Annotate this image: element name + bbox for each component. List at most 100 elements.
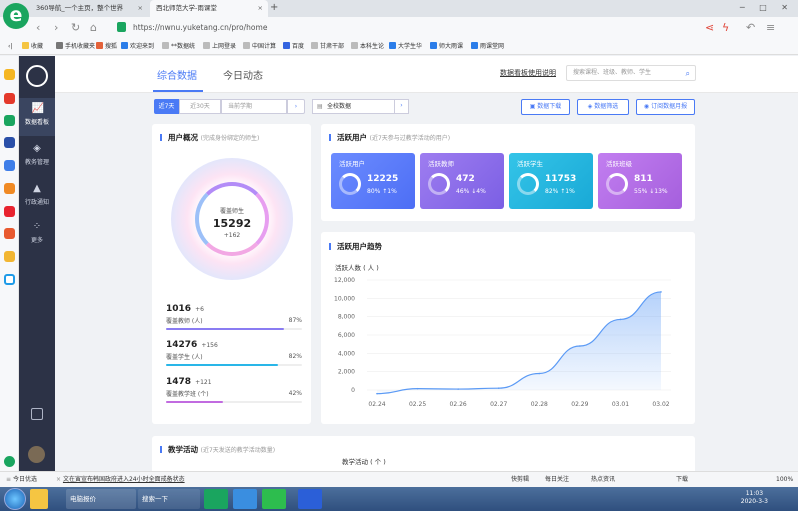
- bookmark-collapse-icon[interactable]: ‹|: [8, 39, 12, 55]
- new-tab-button[interactable]: +: [270, 0, 278, 16]
- home-icon[interactable]: ⌂: [90, 21, 97, 35]
- undo-icon[interactable]: ↶: [746, 21, 755, 35]
- bookmark-item[interactable]: 甘肃干部: [311, 39, 344, 55]
- chevron-right-icon[interactable]: ›: [287, 99, 305, 114]
- app-icon[interactable]: [4, 228, 15, 239]
- refresh-icon[interactable]: ↻: [71, 21, 80, 35]
- tab-yuketang[interactable]: 西北师范大学-雨课堂 ×: [150, 0, 268, 17]
- news-ticker[interactable]: × 文在寅宣布韩国政府进入24小时全面戒备状态: [56, 472, 185, 487]
- stat-increment: +6: [195, 306, 204, 313]
- app-icon[interactable]: [4, 115, 15, 126]
- app-icon[interactable]: [4, 160, 15, 171]
- bookmark-item[interactable]: 百度: [283, 39, 304, 55]
- range-7-days[interactable]: 近7天: [154, 99, 179, 114]
- stat-students: 14276 +156 82% 覆盖学生 (人): [166, 340, 302, 366]
- bookmark-item[interactable]: 雨课堂网: [471, 39, 504, 55]
- daily-picks[interactable]: ≡ 今日优选: [6, 472, 37, 487]
- export-icon[interactable]: [31, 408, 43, 420]
- wechat-icon[interactable]: [262, 489, 286, 509]
- url-field[interactable]: https://nwnu.yuketang.cn/pro/home: [113, 20, 693, 36]
- title-marker: [160, 446, 162, 453]
- system-clock[interactable]: 11:03 2020-3-3: [741, 490, 768, 506]
- bookmark-item[interactable]: 中国计算: [243, 39, 276, 55]
- lightning-icon[interactable]: ϟ: [722, 21, 729, 35]
- bookmark-item[interactable]: **数据统: [162, 39, 195, 55]
- nav-label: 教务管理: [24, 159, 49, 166]
- nav-notice[interactable]: ▲ 行政通知: [19, 178, 55, 216]
- status-item[interactable]: 快剪辑: [511, 472, 529, 487]
- browser-logo-icon[interactable]: e: [3, 3, 29, 29]
- bookmark-item[interactable]: 搜狐: [96, 39, 117, 55]
- status-item[interactable]: 热点资讯: [591, 472, 615, 487]
- page-icon: [430, 42, 437, 49]
- app-icon[interactable]: [4, 206, 15, 217]
- stat-bar-fill: [166, 401, 224, 403]
- status-item[interactable]: 每日关注: [545, 472, 569, 487]
- start-button[interactable]: [4, 488, 26, 510]
- bookmark-item[interactable]: 收藏: [22, 39, 43, 55]
- filter-button[interactable]: ◈ 数据筛选: [577, 99, 629, 115]
- close-icon[interactable]: ×: [138, 0, 143, 17]
- bookmark-item[interactable]: 大学生华: [389, 39, 422, 55]
- subscribe-button[interactable]: ◉ 订阅数据月报: [636, 99, 695, 115]
- folder-icon[interactable]: [30, 489, 48, 509]
- tile-active-users[interactable]: 活跃用户 12225 80% ↑1%: [331, 153, 415, 209]
- close-icon[interactable]: ×: [258, 0, 263, 17]
- bookmark-item[interactable]: 欢迎来到: [121, 39, 154, 55]
- stat-percent: 82%: [288, 353, 302, 360]
- tile-active-students[interactable]: 活跃学生 11753 82% ↑1%: [509, 153, 593, 209]
- scope-select[interactable]: ▤ 全校数据 ›: [312, 99, 409, 114]
- bookmarks-bar: ‹| 收藏 手机收藏夹 搜狐 欢迎来到 **数据统 上网登录 中国计算 百度 甘…: [0, 39, 798, 55]
- nav-dashboard[interactable]: 📈 数据看板: [19, 98, 55, 136]
- taskbar-item[interactable]: 搜索一下: [138, 489, 200, 509]
- tile-active-teachers[interactable]: 活跃教师 472 46% ↓4%: [420, 153, 504, 209]
- forward-icon[interactable]: ›: [54, 21, 58, 35]
- card-title: 活跃用户趋势: [329, 241, 382, 252]
- star-icon[interactable]: [4, 69, 15, 80]
- bookmark-item[interactable]: 上网登录: [203, 39, 236, 55]
- card-title-text: 用户概况: [168, 133, 198, 142]
- grid-icon: ⁘: [32, 221, 42, 232]
- menu-icon[interactable]: ≡: [766, 21, 775, 35]
- nav-more[interactable]: ⁘ 更多: [19, 216, 55, 254]
- word-icon[interactable]: [298, 489, 322, 509]
- share-icon[interactable]: ⋖: [705, 21, 714, 35]
- status-item[interactable]: 下载: [676, 472, 688, 487]
- x-tick-label: 03.02: [652, 401, 669, 408]
- range-30-days[interactable]: 近30天: [179, 99, 221, 114]
- tab-overview[interactable]: 综合数据: [157, 67, 197, 82]
- tab-label: 西北师范大学-雨课堂: [156, 4, 217, 12]
- app-icon[interactable]: [233, 489, 257, 509]
- bookmark-item[interactable]: 手机收藏夹: [56, 39, 95, 55]
- search-input[interactable]: 搜索课程、班级、教师、学生 ⌕: [566, 65, 696, 81]
- tile-active-classes[interactable]: 活跃班级 811 55% ↓13%: [598, 153, 682, 209]
- tile-sub: 55% ↓13%: [634, 188, 668, 195]
- taskbar-item[interactable]: 电脑报价: [66, 489, 136, 509]
- avatar[interactable]: [28, 446, 45, 463]
- nav-academic[interactable]: ◈ 教务管理: [19, 138, 55, 176]
- stat-bar: [166, 401, 302, 403]
- bookmark-item[interactable]: 师大雨课: [430, 39, 463, 55]
- bookmark-item[interactable]: 本科生论: [351, 39, 384, 55]
- download-button[interactable]: ▣ 数据下载: [521, 99, 570, 115]
- progress-ring-icon: [339, 173, 361, 195]
- app-icon[interactable]: [4, 183, 15, 194]
- browser-small-icon[interactable]: [4, 456, 15, 467]
- tile-name: 活跃班级: [606, 160, 632, 168]
- range-term[interactable]: 当前学期: [221, 99, 287, 114]
- window-controls[interactable]: ─ □ ✕: [740, 0, 794, 16]
- app-icon[interactable]: [4, 137, 15, 148]
- app-icon[interactable]: [4, 274, 15, 285]
- search-icon[interactable]: ⌕: [686, 67, 690, 81]
- zoom-level[interactable]: 100%: [776, 472, 793, 487]
- game-icon[interactable]: [4, 251, 15, 262]
- tile-name: 活跃用户: [339, 160, 365, 168]
- trend-chart: 0 2,000 4,000 6,000 8,000 10,000 12,000 02.24 02…: [334, 277, 671, 408]
- clock-time: 11:03: [745, 490, 764, 497]
- guide-link[interactable]: 数据看板使用说明: [500, 68, 556, 78]
- browser-icon[interactable]: [204, 489, 228, 509]
- back-icon[interactable]: ‹: [36, 21, 40, 35]
- weibo-icon[interactable]: [4, 93, 15, 104]
- tab-today[interactable]: 今日动态: [223, 67, 263, 82]
- tab-360-nav[interactable]: 360导航_一个主页，整个世界 ×: [30, 0, 148, 17]
